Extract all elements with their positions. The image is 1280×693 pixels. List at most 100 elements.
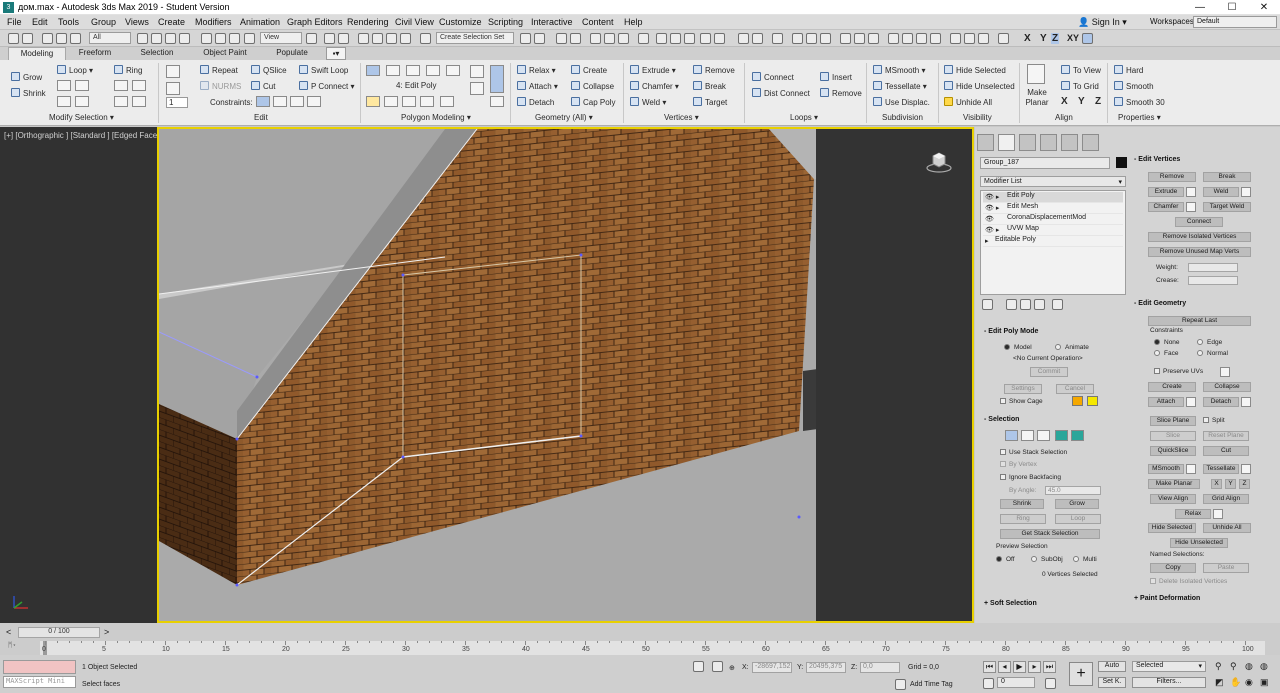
remove-vertex-button[interactable]: Remove (693, 65, 735, 75)
loop-grow-icon[interactable] (57, 80, 71, 91)
percent-snap-icon[interactable] (386, 33, 397, 44)
time-prev-icon[interactable]: < (6, 627, 11, 637)
axis-z-button[interactable]: Z (1051, 33, 1060, 44)
menu-customize[interactable]: Customize (439, 17, 482, 27)
scale-icon[interactable] (229, 33, 240, 44)
commit-button[interactable]: Commit (1030, 367, 1068, 377)
connect-button[interactable]: Connect (752, 72, 794, 82)
selection-filter-dropdown[interactable]: All (89, 32, 131, 44)
time-tag-icon[interactable] (895, 679, 906, 690)
configure-sets-icon[interactable] (1052, 299, 1063, 310)
stack-item-editable-poly[interactable]: ▸ Editable Poly (983, 236, 1123, 247)
undo-icon[interactable] (8, 33, 19, 44)
pm-side2-icon[interactable] (470, 82, 484, 95)
extrude-settings-icon[interactable] (1186, 187, 1196, 197)
element-mode-icon[interactable] (446, 65, 460, 76)
nurms-button[interactable]: NURMS (200, 81, 241, 91)
ring-mode-icon[interactable] (114, 96, 128, 107)
toggle-scene-explorer-icon[interactable] (556, 33, 567, 44)
cap-poly-button[interactable]: Cap Poly (571, 97, 615, 107)
select-object-icon[interactable] (137, 33, 148, 44)
viewcube-icon[interactable] (925, 150, 953, 174)
redo-icon[interactable] (22, 33, 33, 44)
modifier-stack-item[interactable]: 4: Edit Poly (396, 81, 436, 90)
edit-geometry-header[interactable]: - Edit Geometry (1134, 300, 1186, 307)
delete-isolated-checkbox[interactable] (1150, 578, 1156, 584)
y-coordinate[interactable]: 20495,375 (806, 662, 846, 673)
window-crossing-icon[interactable] (179, 33, 190, 44)
make-planar-geometry-button[interactable]: Make Planar (1148, 479, 1200, 489)
selection-header[interactable]: - Selection (984, 416, 1019, 423)
relax-button[interactable]: Relax ▾ (517, 65, 556, 75)
ribbon-toggle-icon[interactable] (590, 33, 601, 44)
repeat-last-button[interactable]: Repeat Last (1148, 316, 1251, 326)
material-editor-icon[interactable] (638, 33, 649, 44)
preserve-uvs-checkbox[interactable] (1154, 368, 1160, 374)
scene-render[interactable] (159, 129, 816, 623)
tab-populate[interactable]: Populate (268, 47, 316, 60)
preserve-uvs-settings-icon[interactable] (1220, 367, 1230, 377)
constraint-face-icon[interactable] (290, 96, 304, 107)
slice-button[interactable]: Slice (1150, 431, 1196, 441)
mirror-icon[interactable] (520, 33, 531, 44)
tessellate-settings-icon[interactable] (1241, 464, 1251, 474)
vertex-mode-icon[interactable] (366, 65, 380, 76)
crease-spinner[interactable] (1188, 276, 1238, 285)
unhide-all-geometry-button[interactable]: Unhide All (1203, 523, 1251, 533)
tool-h-icon[interactable] (998, 33, 1009, 44)
utilities-tab-icon[interactable] (1082, 134, 1099, 151)
angle-snap-icon[interactable] (372, 33, 383, 44)
pm-tool1-icon[interactable] (366, 96, 380, 107)
cut-geometry-button[interactable]: Cut (1203, 446, 1249, 456)
grow-selection-button[interactable]: Grow (1055, 499, 1099, 509)
constraint-edge-radio[interactable] (1197, 339, 1203, 345)
edit-named-sets-icon[interactable] (420, 33, 431, 44)
menu-civil-view[interactable]: Civil View (395, 17, 434, 27)
tool-b-icon[interactable] (902, 33, 913, 44)
planar-y-button[interactable]: Y (1225, 479, 1236, 489)
vertex-point[interactable] (797, 515, 801, 519)
light-icon[interactable] (792, 33, 803, 44)
camera-icon[interactable] (806, 33, 817, 44)
menu-tools[interactable]: Tools (58, 17, 79, 27)
detach-settings-icon[interactable] (1241, 397, 1251, 407)
cancel-button[interactable]: Cancel (1056, 384, 1094, 394)
a360-icon[interactable] (714, 33, 725, 44)
z-coordinate[interactable]: 0,0 (860, 662, 900, 673)
constraint-edge-icon[interactable] (273, 96, 287, 107)
x-coordinate[interactable]: -28697,152 (752, 662, 792, 673)
hide-unselected-geometry-button[interactable]: Hide Unselected (1170, 538, 1228, 548)
edit-poly-mode-header[interactable]: - Edit Poly Mode (984, 328, 1038, 335)
smooth-30-button[interactable]: Smooth 30 (1114, 97, 1165, 107)
swift-loop-button[interactable]: Swift Loop (299, 65, 348, 75)
zoom-extents-all-icon[interactable]: ◍ (1260, 661, 1268, 672)
time-next-icon[interactable]: > (104, 627, 109, 637)
grid-icon[interactable] (772, 33, 783, 44)
weld-button[interactable]: Weld ▾ (630, 97, 666, 107)
play-icon[interactable]: ▶ (1013, 661, 1026, 673)
object-color-swatch[interactable] (1116, 157, 1127, 168)
stack-item-uvw-map[interactable]: 👁 ▸ UVW Map (983, 225, 1123, 236)
tessellate-geometry-button[interactable]: Tessellate (1203, 464, 1239, 474)
vertices-group-label[interactable]: Vertices ▾ (664, 113, 699, 122)
edge-level-icon[interactable] (1021, 430, 1034, 441)
app-icon[interactable]: 3 (3, 2, 14, 13)
quickslice-button[interactable]: QuickSlice (1150, 446, 1196, 456)
key-filters-button[interactable]: Filters... (1132, 677, 1206, 688)
axis-y-button[interactable]: Y (1040, 33, 1047, 44)
display-tab-icon[interactable] (1061, 134, 1078, 151)
close-button[interactable]: ✕ (1248, 0, 1280, 15)
transform-mode-icon[interactable]: ⊕ (729, 664, 735, 672)
auto-key-button[interactable]: Auto (1098, 661, 1126, 672)
selection-set-dropdown[interactable]: Create Selection Set (436, 32, 514, 44)
tab-modeling[interactable]: Modeling (8, 47, 66, 60)
hierarchy-tab-icon[interactable] (1019, 134, 1036, 151)
menu-graph-editors[interactable]: Graph Editors (287, 17, 343, 27)
menu-edit[interactable]: Edit (32, 17, 48, 27)
msmooth-settings-icon[interactable] (1186, 464, 1196, 474)
constraint-none-icon[interactable] (256, 96, 270, 107)
axis-x-button[interactable]: X (1024, 33, 1031, 44)
geometry-group-label[interactable]: Geometry (All) ▾ (535, 113, 593, 122)
vertex-point[interactable] (401, 455, 405, 459)
constraint-normal-radio[interactable] (1197, 350, 1203, 356)
